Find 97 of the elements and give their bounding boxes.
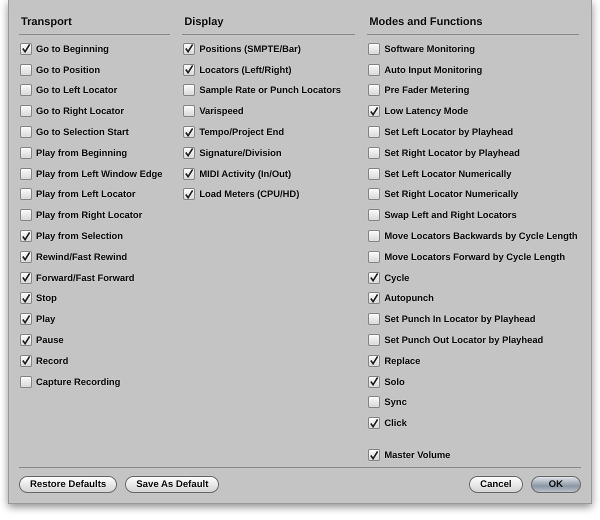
checkbox-label[interactable]: Set Left Locator Numerically xyxy=(384,166,512,181)
checkbox-label[interactable]: Sync xyxy=(384,395,407,410)
checkbox-label[interactable]: Swap Left and Right Locators xyxy=(384,208,517,222)
checkbox[interactable] xyxy=(368,272,380,284)
checkbox-label[interactable]: Set Punch Out Locator by Playhead xyxy=(384,333,544,348)
checkbox[interactable] xyxy=(368,146,380,159)
checkbox[interactable] xyxy=(368,84,380,96)
checkbox-label[interactable]: Play from Beginning xyxy=(36,146,128,160)
default-button[interactable]: OK xyxy=(530,476,581,493)
checkbox-label[interactable]: Go to Beginning xyxy=(36,42,109,56)
checkbox[interactable] xyxy=(20,376,32,388)
checkbox[interactable] xyxy=(368,209,380,222)
checkbox-label[interactable]: Auto Input Monitoring xyxy=(384,62,482,77)
checkbox[interactable] xyxy=(368,188,380,200)
checkbox[interactable] xyxy=(183,168,196,180)
checkbox-label[interactable]: Positions (SMPTE/Bar) xyxy=(199,42,301,56)
checkbox[interactable] xyxy=(183,42,196,55)
checkbox-label[interactable]: Go to Position xyxy=(36,62,100,77)
checkbox-label[interactable]: Rewind/Fast Rewind xyxy=(36,250,128,264)
checkbox[interactable] xyxy=(368,417,380,430)
checkbox-label[interactable]: Set Left Locator by Playhead xyxy=(384,125,514,140)
checkbox-label[interactable]: Low Latency Mode xyxy=(384,104,468,118)
checkbox[interactable] xyxy=(20,105,32,118)
checkbox-label[interactable]: Sample Rate or Punch Locators xyxy=(199,83,342,98)
checkbox-label[interactable]: Capture Recording xyxy=(36,374,120,389)
button[interactable]: Restore Defaults xyxy=(19,476,118,493)
checkbox-label[interactable]: Cycle xyxy=(384,270,410,285)
checkbox-label[interactable]: Move Locators Backwards by Cycle Length xyxy=(384,229,578,244)
checkbox[interactable] xyxy=(368,449,380,462)
checkbox[interactable] xyxy=(183,105,196,118)
button[interactable]: Save As Default xyxy=(125,476,220,493)
checkbox-label[interactable]: Play from Selection xyxy=(36,229,124,244)
checkbox-label[interactable]: Set Punch In Locator by Playhead xyxy=(384,312,536,326)
checkbox[interactable] xyxy=(20,126,32,138)
checkbox-label[interactable]: Varispeed xyxy=(199,104,244,118)
checkbox-label[interactable]: Go to Selection Start xyxy=(36,125,129,140)
checkbox[interactable] xyxy=(368,168,380,180)
checkbox[interactable] xyxy=(368,105,380,118)
checkbox[interactable] xyxy=(20,292,32,304)
checkbox[interactable] xyxy=(368,354,380,367)
column-heading: Display xyxy=(182,12,356,34)
checkbox[interactable] xyxy=(368,396,380,408)
checkbox[interactable] xyxy=(20,209,32,222)
button[interactable]: Cancel xyxy=(469,476,523,493)
checkbox[interactable] xyxy=(183,64,196,76)
checkbox[interactable] xyxy=(183,126,196,138)
checkbox-label[interactable]: Play from Right Locator xyxy=(36,208,142,222)
checkbox[interactable] xyxy=(20,313,32,326)
checkbox-label[interactable]: Play xyxy=(36,312,56,326)
checkbox[interactable] xyxy=(368,42,380,55)
checkbox[interactable] xyxy=(20,272,32,284)
checkbox-label[interactable]: Set Right Locator by Playhead xyxy=(384,146,520,160)
column-heading: Modes and Functions xyxy=(367,12,579,34)
checkbox-label[interactable]: Solo xyxy=(384,374,405,389)
checkbox-label[interactable]: Move Locators Forward by Cycle Length xyxy=(384,250,566,264)
checkbox-label[interactable]: Click xyxy=(384,416,407,430)
checkbox-label[interactable]: Tempo/Project End xyxy=(199,125,284,140)
checkbox-label[interactable]: Pre Fader Metering xyxy=(384,83,470,98)
checkbox[interactable] xyxy=(183,146,196,159)
checkbox[interactable] xyxy=(20,84,32,96)
checkbox[interactable] xyxy=(368,250,380,263)
checkbox-label[interactable]: Forward/Fast Forward xyxy=(36,270,134,285)
checkbox[interactable] xyxy=(368,126,380,138)
checkbox[interactable] xyxy=(20,354,32,367)
checkbox-label[interactable]: Play from Left Window Edge xyxy=(36,166,162,181)
checkbox[interactable] xyxy=(20,42,32,55)
checkbox[interactable] xyxy=(20,146,32,159)
checkbox[interactable] xyxy=(368,292,380,304)
checkbox-label[interactable]: Signature/Division xyxy=(199,146,282,160)
checkbox-label[interactable]: Replace xyxy=(384,354,420,368)
checkbox-label[interactable]: Play from Left Locator xyxy=(36,187,136,202)
checkbox-label[interactable]: Pause xyxy=(36,333,64,348)
checkbox[interactable] xyxy=(368,334,380,346)
checkbox[interactable] xyxy=(20,334,32,346)
checkbox-label[interactable]: Master Volume xyxy=(384,448,450,462)
checkbox[interactable] xyxy=(20,250,32,263)
checkbox[interactable] xyxy=(368,313,380,326)
column-heading: Transport xyxy=(19,12,170,34)
checkbox[interactable] xyxy=(368,230,380,242)
checkbox[interactable] xyxy=(20,168,32,180)
checkbox-label[interactable]: Load Meters (CPU/HD) xyxy=(199,187,300,202)
checkbox-label[interactable]: Go to Right Locator xyxy=(36,104,124,118)
checkbox-label[interactable]: MIDI Activity (In/Out) xyxy=(199,166,292,181)
checkbox-label[interactable]: Record xyxy=(36,354,68,368)
checkbox[interactable] xyxy=(183,188,196,200)
checkbox-label[interactable]: Set Right Locator Numerically xyxy=(384,187,518,202)
checkbox-label[interactable]: Go to Left Locator xyxy=(36,83,118,98)
checkbox[interactable] xyxy=(368,64,380,76)
checkbox-label[interactable]: Autopunch xyxy=(384,291,434,306)
checkbox-label[interactable]: Software Monitoring xyxy=(384,42,475,56)
checkbox[interactable] xyxy=(20,230,32,242)
checkbox[interactable] xyxy=(20,188,32,200)
checkbox[interactable] xyxy=(183,84,196,96)
checkbox-label[interactable]: Stop xyxy=(36,291,57,306)
checkbox[interactable] xyxy=(20,64,32,76)
checkbox[interactable] xyxy=(368,376,380,388)
checkbox-label[interactable]: Locators (Left/Right) xyxy=(199,62,292,77)
